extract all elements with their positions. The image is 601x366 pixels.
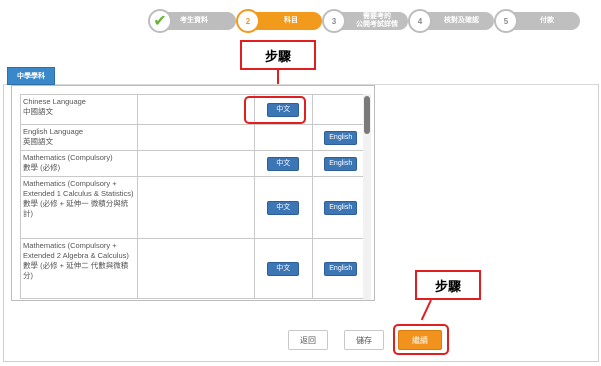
step-5: 5 付款 <box>494 8 580 34</box>
chinese-button[interactable]: 中文 <box>267 261 300 276</box>
annotation-step-bottom: 步驟 <box>415 270 481 300</box>
subject-name-zh: 英國語文 <box>23 137 53 146</box>
step-2-number: 2 <box>236 9 260 33</box>
back-button[interactable]: 返回 <box>288 330 328 350</box>
page: ✔ 考生資料 2 科目 3 需要考的 公開考試詳情 4 核對及確認 5 付款 步… <box>0 0 601 366</box>
scrollbar-thumb[interactable] <box>364 96 370 134</box>
annotation-highlight-chinese <box>244 96 306 124</box>
step-1-check-icon: ✔ <box>148 9 172 33</box>
subjects-panel: Chinese Language 中國語文 中文 English Languag… <box>11 85 375 301</box>
subject-name-zh: 數學 (必修) <box>23 163 61 172</box>
step-1: ✔ 考生資料 <box>148 8 236 34</box>
english-button[interactable]: English <box>324 156 358 171</box>
subject-name-en: Chinese Language <box>23 97 86 106</box>
chinese-button[interactable]: 中文 <box>267 156 300 171</box>
annotation-highlight-continue <box>393 324 449 355</box>
subject-cell: Mathematics (Compulsory + Extended 1 Cal… <box>19 176 139 239</box>
subject-name-zh: 數學 (必修 + 延伸一 微積分與統計) <box>23 199 129 218</box>
step-2-label: 科目 <box>284 17 298 24</box>
subject-cell: Mathematics (Compulsory + Extended 2 Alg… <box>19 238 139 299</box>
step-4-number: 4 <box>408 9 432 33</box>
table-row: Mathematics (Compulsory + Extended 1 Cal… <box>19 176 370 239</box>
subject-name-zh: 中國語文 <box>23 107 53 116</box>
step-4: 4 核對及確認 <box>408 8 494 34</box>
subject-name-en: Mathematics (Compulsory + Extended 2 Alg… <box>23 241 129 260</box>
step-3: 3 需要考的 公開考試詳情 <box>322 8 408 34</box>
step-5-label: 付款 <box>540 17 554 24</box>
step-3-number: 3 <box>322 9 346 33</box>
table-row: Mathematics (Compulsory) 數學 (必修) 中文 Engl… <box>19 150 370 177</box>
table-row: Chinese Language 中國語文 中文 <box>19 94 370 125</box>
subject-cell: English Language 英國語文 <box>19 124 139 151</box>
step-2: 2 科目 <box>236 8 322 34</box>
subject-name-en: Mathematics (Compulsory + Extended 1 Cal… <box>23 179 134 198</box>
chinese-button[interactable]: 中文 <box>267 200 300 215</box>
step-4-label: 核對及確認 <box>444 17 479 24</box>
step-5-number: 5 <box>494 9 518 33</box>
table-row: Mathematics (Compulsory + Extended 2 Alg… <box>19 238 370 299</box>
annotation-step-top: 步驟 <box>240 40 316 70</box>
subject-cell: Chinese Language 中國語文 <box>19 94 139 125</box>
english-button[interactable]: English <box>324 130 358 145</box>
subjects-table: Chinese Language 中國語文 中文 English Languag… <box>19 94 370 299</box>
subject-name-zh: 數學 (必修 + 延伸二 代數與微積分) <box>23 261 129 280</box>
step-1-label: 考生資料 <box>180 17 208 24</box>
step-3-label: 需要考的 公開考試詳情 <box>356 13 398 28</box>
english-button[interactable]: English <box>324 200 358 215</box>
english-button[interactable]: English <box>324 261 358 276</box>
subject-cell: Mathematics (Compulsory) 數學 (必修) <box>19 150 139 177</box>
tab-secondary-subjects[interactable]: 中學學科 <box>7 67 55 85</box>
progress-stepper: ✔ 考生資料 2 科目 3 需要考的 公開考試詳情 4 核對及確認 5 付款 <box>148 8 580 34</box>
subject-name-en: English Language <box>23 127 84 136</box>
table-row: English Language 英國語文 English <box>19 124 370 151</box>
save-button[interactable]: 儲存 <box>344 330 384 350</box>
subject-name-en: Mathematics (Compulsory) <box>23 153 113 162</box>
